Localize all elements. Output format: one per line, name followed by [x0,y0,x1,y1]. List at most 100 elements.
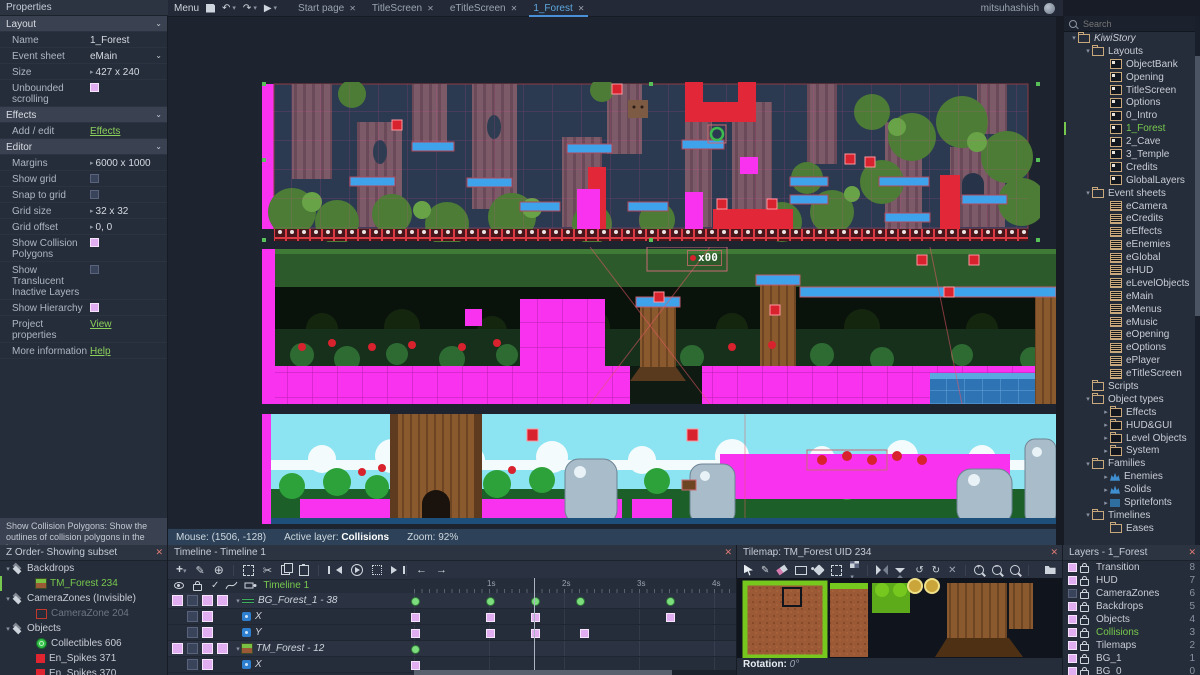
track-checkbox[interactable] [217,595,228,606]
tree-item[interactable]: Options [1064,96,1200,109]
track-checkbox[interactable] [217,659,228,670]
z-order-item[interactable]: En_Spikes 371 [0,651,167,666]
track-checkbox[interactable] [172,611,183,622]
chevron-down-icon[interactable]: ⌄ [155,110,162,119]
keyframe-marker[interactable] [411,661,420,670]
property-row[interactable]: Show Translucent Inactive Layers [0,262,167,300]
property-row[interactable]: Editor ⌄ [0,139,167,155]
expand-arrow-icon[interactable]: ▸ [1102,486,1110,494]
property-value[interactable]: Effects [90,125,120,137]
track-checkbox[interactable] [202,611,213,622]
play-button[interactable]: ▶ ▾ [264,3,277,14]
expand-arrow-icon[interactable]: ▸ [1102,499,1110,507]
property-row[interactable]: Name 1_Forest [0,32,167,48]
flip-vertical-button[interactable] [895,567,906,580]
lock-icon[interactable] [1080,615,1089,625]
tree-item[interactable]: eOptions [1064,341,1200,354]
tree-item[interactable]: 2_Cave [1064,135,1200,148]
timeline-track-row[interactable]: X [168,609,736,625]
fill-tool-button[interactable] [813,564,826,576]
keyframe-marker[interactable] [576,597,585,606]
keyframe-marker[interactable] [486,597,495,606]
property-checkbox[interactable] [90,303,99,312]
expand-arrow-icon[interactable]: ▾ [1084,395,1092,403]
track-checkbox[interactable] [187,611,198,622]
layer-visibility-checkbox[interactable] [1068,589,1077,598]
property-value[interactable]: 427 x 240 [96,66,140,78]
keyframe-marker[interactable] [531,597,540,606]
timeline-track-row[interactable]: ▾ TM_Forest - 12 [168,641,736,657]
keyframe-marker[interactable] [411,629,420,638]
eye-icon[interactable] [174,582,184,589]
save-icon[interactable] [206,3,216,13]
z-order-item[interactable]: ▾ Objects [0,621,167,636]
layout-view[interactable]: x00 [168,17,1063,528]
tab-close-icon[interactable]: ✕ [349,4,356,13]
tab-close-icon[interactable]: ✕ [511,4,518,13]
z-order-item[interactable]: CameraZone 204 [0,606,167,621]
layer-visibility-checkbox[interactable] [1068,576,1077,585]
z-order-item[interactable]: ▾ CameraZones (Invisible) [0,591,167,606]
property-value[interactable]: 0, 0 [96,221,113,233]
timeline-ruler[interactable]: 1s 2s 3s 4s [414,578,736,594]
layer-visibility-checkbox[interactable] [1068,628,1077,637]
skip-start-button[interactable] [328,566,343,574]
curve-icon[interactable] [225,581,238,590]
z-order-item[interactable]: En_Spikes 370 [0,666,167,675]
expand-arrow-icon[interactable]: ▾ [1084,189,1092,197]
layer-row[interactable]: HUD 7 [1063,574,1200,587]
expand-arrow-icon[interactable]: ▾ [234,645,242,653]
property-row[interactable]: Add / edit Effects [0,123,167,139]
tree-item[interactable]: ObjectBank [1064,58,1200,71]
expand-arrow-icon[interactable]: ▸ [1102,473,1110,481]
layer-row[interactable]: Objects 4 [1063,613,1200,626]
property-row[interactable]: Margins ▸ 6000 x 1000 [0,155,167,171]
timeline-track-row[interactable]: Y [168,625,736,641]
tag-icon[interactable] [244,581,257,590]
add-circle-button[interactable]: ⊕ [214,563,224,577]
track-checkbox[interactable] [172,595,183,606]
tree-item[interactable]: eEffects [1064,225,1200,238]
snapshot-button[interactable] [372,565,383,575]
step-forward-button[interactable]: → [436,564,447,576]
lock-icon[interactable] [193,581,202,591]
keyframe-marker[interactable] [486,629,495,638]
cut-button[interactable]: ✂ [263,564,272,577]
marquee-tool-button[interactable] [831,564,843,576]
tree-item[interactable]: eOpening [1064,328,1200,341]
tree-item[interactable]: eGlobal [1064,251,1200,264]
layer-visibility-checkbox[interactable] [1068,667,1077,675]
timeline-playhead[interactable] [534,578,535,670]
layer-visibility-checkbox[interactable] [1068,563,1077,572]
paste-button[interactable] [299,563,310,576]
property-checkbox[interactable] [90,238,99,247]
tree-item[interactable]: ▾ Families [1064,457,1200,470]
editor-tab[interactable]: Start page ✕ [290,0,364,17]
zoom-in-icon[interactable]: + [973,564,984,575]
tree-item[interactable]: eLevelObjects [1064,277,1200,290]
expand-arrow-icon[interactable]: ▾ [1070,34,1078,42]
tree-item[interactable]: Eases [1064,522,1200,535]
layer-row[interactable]: Tilemaps 2 [1063,639,1200,652]
expand-arrow-icon[interactable]: ▸ [1102,434,1110,442]
tree-item[interactable]: Scripts [1064,380,1200,393]
property-row[interactable]: Unbounded scrolling [0,80,167,107]
close-icon[interactable]: ✕ [155,545,163,560]
tree-item[interactable]: eMain [1064,290,1200,303]
property-checkbox[interactable] [90,190,99,199]
layer-row[interactable]: CameraZones 6 [1063,587,1200,600]
tileset-view[interactable] [737,578,1062,660]
tree-item[interactable]: eHUD [1064,264,1200,277]
layer-row[interactable]: Transition 8 [1063,561,1200,574]
expand-arrow-icon[interactable]: ▸ [1102,408,1110,416]
keyframe-marker[interactable] [531,629,540,638]
lock-icon[interactable] [1080,602,1089,612]
track-checkbox[interactable] [187,595,198,606]
tree-item[interactable]: eTitleScreen [1064,367,1200,380]
z-order-item[interactable]: ▾ Backdrops [0,561,167,576]
track-checkbox[interactable] [202,643,213,654]
clear-tile-button[interactable]: ✕ [948,565,956,576]
tree-item[interactable]: TitleScreen [1064,84,1200,97]
track-checkbox[interactable] [187,643,198,654]
expand-arrow-icon[interactable]: ▾ [1084,460,1092,468]
